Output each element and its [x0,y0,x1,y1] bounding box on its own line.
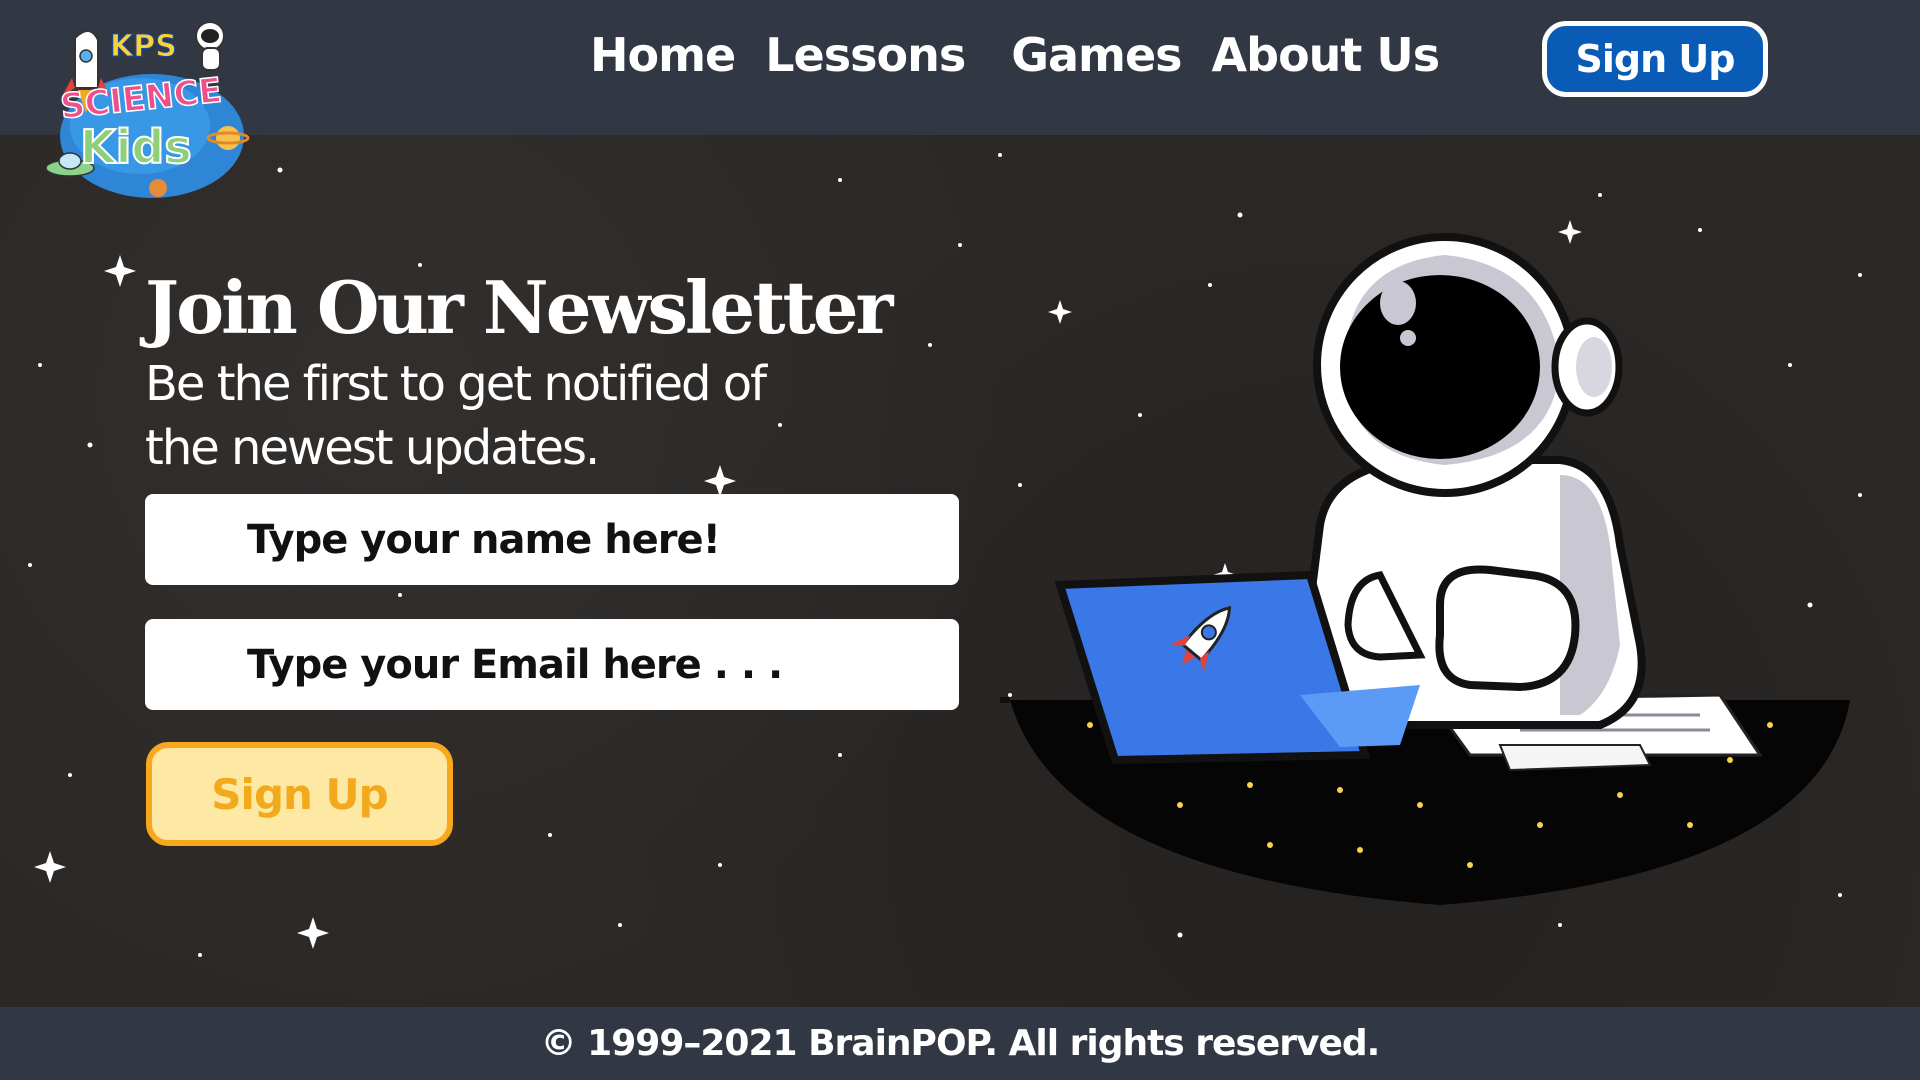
newsletter-sign-up-button[interactable]: Sign Up [146,742,453,846]
top-header: Home Lessons Games About Us Sign Up [0,0,1920,135]
email-input[interactable] [145,619,959,710]
small-planet-icon [149,179,167,197]
logo-kids-text: Kids [80,120,192,174]
newsletter-section: Join Our Newsletter Be the first to get … [0,135,1920,1007]
copyright-text: © 1999–2021 BrainPOP. All rights reserve… [540,1023,1381,1064]
logo-kps-text: KPS [110,29,177,64]
footer: © 1999–2021 BrainPOP. All rights reserve… [0,1007,1920,1080]
nav-about-us-link[interactable]: About Us [1212,28,1441,82]
nav-games-link[interactable]: Games [1011,28,1182,82]
name-input[interactable] [145,494,959,585]
newsletter-subtitle-line-2: the newest updates. [145,420,600,476]
kps-science-kids-logo[interactable]: KPS SCIENCE Kids [40,18,250,203]
nav-lessons-link[interactable]: Lessons [765,28,966,82]
astronaut-logo-icon [195,21,225,71]
newsletter-subtitle: Be the first to get notified of the newe… [145,352,865,480]
newsletter-title: Join Our Newsletter [145,265,893,350]
astronaut-with-laptop-icon [1000,233,1850,905]
main-nav: Home Lessons Games About Us [590,28,1469,82]
header-sign-up-button[interactable]: Sign Up [1542,21,1768,97]
nav-home-link[interactable]: Home [590,28,736,82]
newsletter-subtitle-line-1: Be the first to get notified of [145,356,767,412]
